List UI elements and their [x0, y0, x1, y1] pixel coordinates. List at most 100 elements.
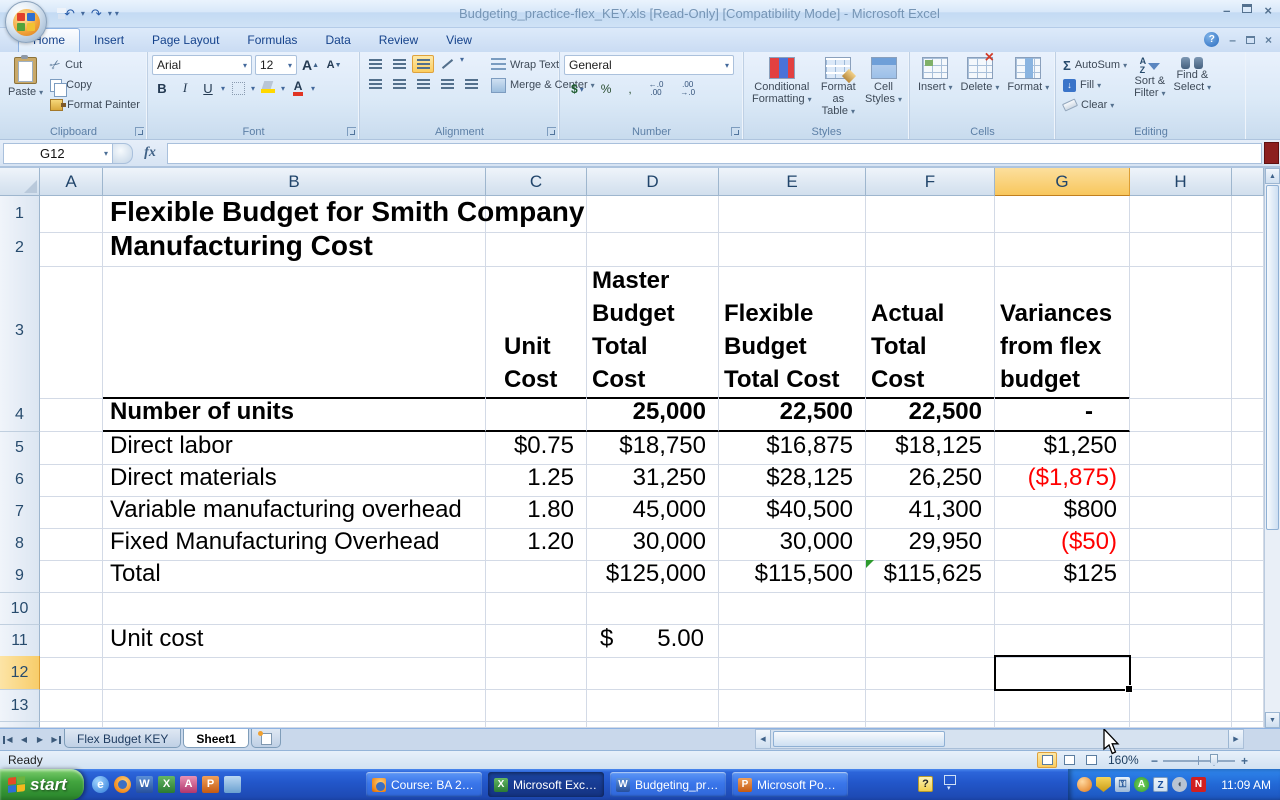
- shrink-font-button[interactable]: A▼: [324, 55, 344, 75]
- tray-antivirus-icon[interactable]: A: [1134, 777, 1149, 792]
- formula-input[interactable]: [167, 143, 1262, 164]
- percent-style-button[interactable]: %: [594, 79, 619, 99]
- underline-button[interactable]: U: [198, 78, 218, 98]
- cell-styles-button[interactable]: Cell Styles: [861, 55, 906, 124]
- tab-view[interactable]: View: [432, 29, 486, 52]
- firefox-icon[interactable]: [114, 776, 131, 793]
- zoom-out-button[interactable]: −: [1148, 754, 1161, 767]
- cell-E8[interactable]: 30,000: [719, 528, 866, 561]
- accounting-format-button[interactable]: $▾: [564, 79, 591, 99]
- scroll-down-icon[interactable]: ▼: [1265, 712, 1280, 728]
- cell-B7[interactable]: Variable manufacturing overhead: [103, 496, 486, 529]
- cell-B2[interactable]: Manufacturing Cost: [103, 230, 486, 267]
- fill-button[interactable]: ↓Fill: [1060, 75, 1130, 95]
- decrease-indent-button[interactable]: [436, 75, 458, 93]
- sheet-tab-flex-budget-key[interactable]: Flex Budget KEY: [64, 729, 181, 748]
- row-header-7[interactable]: 7: [0, 496, 40, 529]
- align-center-button[interactable]: [388, 75, 410, 93]
- tray-agent-icon[interactable]: [1077, 777, 1092, 792]
- italic-button[interactable]: I: [175, 78, 195, 98]
- scroll-right-icon[interactable]: ▶: [1228, 730, 1243, 748]
- zoom-slider-thumb[interactable]: [1210, 754, 1218, 766]
- align-right-button[interactable]: [412, 75, 434, 93]
- row-header-12[interactable]: 12: [0, 656, 40, 690]
- orientation-button[interactable]: [436, 55, 458, 73]
- taskbar-button-word-budgeting[interactable]: W Budgeting_practice-fl...: [610, 772, 726, 797]
- insert-function-button[interactable]: fx: [133, 145, 167, 161]
- first-sheet-button[interactable]: ◀: [0, 729, 16, 750]
- row-header-11[interactable]: 11: [0, 625, 40, 658]
- zoom-in-button[interactable]: +: [1238, 754, 1251, 767]
- page-layout-view-button[interactable]: [1059, 752, 1079, 768]
- tray-novell-icon[interactable]: N: [1191, 777, 1206, 792]
- cell-B5[interactable]: Direct labor: [103, 432, 486, 465]
- alignment-dialog-launcher[interactable]: [547, 127, 556, 136]
- number-format-combo[interactable]: General▾: [564, 55, 734, 75]
- tab-review[interactable]: Review: [365, 29, 432, 52]
- top-align-button[interactable]: [364, 55, 386, 73]
- row-header-6[interactable]: 6: [0, 464, 40, 497]
- zoom-slider-track[interactable]: [1163, 760, 1235, 762]
- row-header-1[interactable]: 1: [0, 196, 40, 233]
- increase-decimal-button[interactable]: ←.0.00: [642, 79, 671, 99]
- tab-insert[interactable]: Insert: [80, 29, 138, 52]
- cell-F8[interactable]: 29,950: [866, 528, 995, 561]
- name-box[interactable]: G12▾: [3, 143, 113, 164]
- row-header-4[interactable]: 4: [0, 398, 40, 432]
- delete-cells-button[interactable]: Delete: [957, 55, 1004, 124]
- cell-D7[interactable]: 45,000: [587, 496, 719, 529]
- row-header-2[interactable]: 2: [0, 230, 40, 267]
- vertical-scroll-thumb[interactable]: [1266, 185, 1279, 530]
- column-header-A[interactable]: A: [40, 168, 103, 196]
- workbook-restore-button[interactable]: [1246, 36, 1255, 44]
- column-header-F[interactable]: F: [866, 168, 995, 196]
- row-header-10[interactable]: 10: [0, 593, 40, 625]
- help-icon[interactable]: ?: [1204, 32, 1219, 47]
- font-color-button[interactable]: A: [288, 78, 308, 98]
- access-icon[interactable]: A: [180, 776, 197, 793]
- format-cells-button[interactable]: Format: [1003, 55, 1053, 124]
- row-header-3[interactable]: 3: [0, 264, 40, 399]
- cell-B1[interactable]: Flexible Budget for Smith Company: [103, 196, 486, 233]
- cell-C3[interactable]: Unit Cost: [486, 264, 587, 399]
- cut-button[interactable]: ✂Cut: [47, 55, 143, 75]
- font-size-combo[interactable]: 12▾: [255, 55, 297, 75]
- cell-F6[interactable]: 26,250: [866, 464, 995, 497]
- cell-F7[interactable]: 41,300: [866, 496, 995, 529]
- grow-font-button[interactable]: A▲: [300, 55, 321, 75]
- undo-dropdown[interactable]: ▾: [81, 9, 85, 18]
- insert-cells-button[interactable]: Insert: [914, 55, 957, 124]
- clear-button[interactable]: Clear: [1060, 95, 1130, 115]
- normal-view-button[interactable]: [1037, 752, 1057, 768]
- tab-page-layout[interactable]: Page Layout: [138, 29, 233, 52]
- sort-filter-button[interactable]: A Z Sort & Filter: [1130, 55, 1169, 124]
- cell-G8[interactable]: ($50): [995, 528, 1130, 561]
- cell-C5[interactable]: $0.75: [486, 432, 587, 465]
- cell-F5[interactable]: $18,125: [866, 432, 995, 465]
- column-header-G[interactable]: G: [995, 168, 1130, 196]
- select-all-corner[interactable]: [0, 168, 40, 196]
- tab-formulas[interactable]: Formulas: [233, 29, 311, 52]
- find-select-button[interactable]: Find & Select: [1170, 55, 1216, 124]
- cell-D5[interactable]: $18,750: [587, 432, 719, 465]
- cell-B3[interactable]: [103, 264, 486, 399]
- fill-color-button[interactable]: [258, 78, 278, 98]
- cell-E4[interactable]: 22,500: [719, 398, 866, 432]
- format-painter-button[interactable]: Format Painter: [47, 95, 143, 115]
- help-tray-icon[interactable]: ?: [918, 776, 933, 792]
- conditional-formatting-button[interactable]: Conditional Formatting: [748, 55, 816, 124]
- cell-D4[interactable]: 25,000: [587, 398, 719, 432]
- cell-G4[interactable]: -: [995, 398, 1130, 432]
- cell-B4[interactable]: Number of units: [103, 398, 486, 432]
- row-header-13[interactable]: 13: [0, 690, 40, 722]
- hidden-icons-chevron-icon[interactable]: [944, 775, 956, 785]
- cell-F4[interactable]: 22,500: [866, 398, 995, 432]
- cell-C6[interactable]: 1.25: [486, 464, 587, 497]
- word-icon[interactable]: W: [136, 776, 153, 793]
- cell-B9[interactable]: Total: [103, 560, 486, 593]
- tray-shield-icon[interactable]: [1096, 777, 1111, 792]
- decrease-decimal-button[interactable]: .00→.0: [673, 79, 702, 99]
- cell-C8[interactable]: 1.20: [486, 528, 587, 561]
- name-box-dropdown[interactable]: ▾: [104, 149, 108, 158]
- tab-data[interactable]: Data: [311, 29, 364, 52]
